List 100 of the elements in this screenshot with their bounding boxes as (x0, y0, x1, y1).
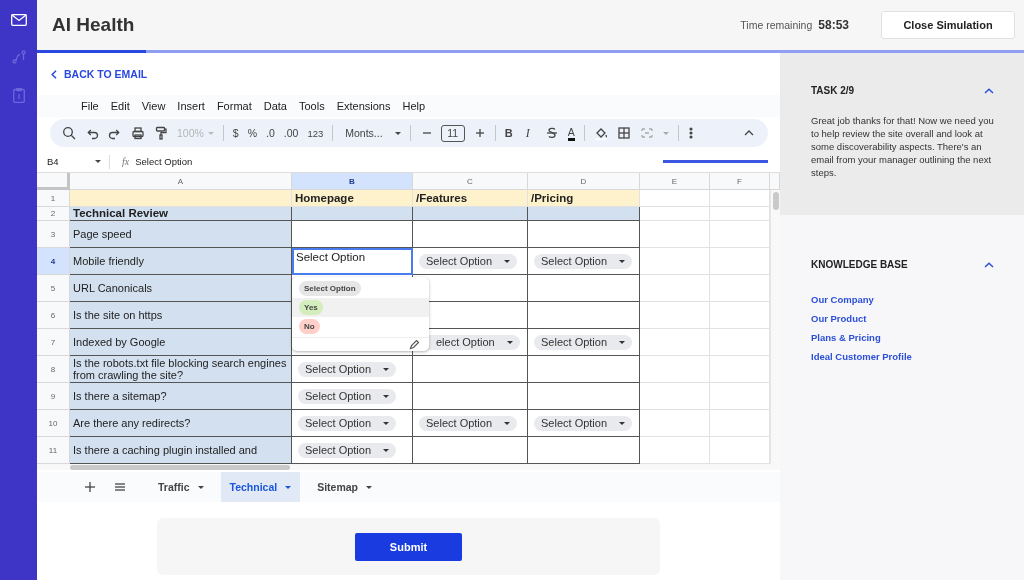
more-icon[interactable] (687, 126, 694, 140)
option-tag: Select Option (299, 281, 361, 296)
dropdown-chip[interactable]: Select Option (298, 415, 397, 431)
dropdown-chip[interactable]: Select Option (534, 253, 633, 269)
close-button[interactable]: Close Simulation (881, 11, 1015, 39)
column-header[interactable]: A (70, 173, 292, 190)
caret-icon (285, 485, 292, 489)
submit-button[interactable]: Submit (355, 532, 462, 561)
option-tag: Yes (299, 300, 323, 315)
number-format-button[interactable]: 123 (307, 127, 324, 139)
caret-icon (506, 340, 513, 344)
app-title: AI Health (52, 14, 136, 36)
dropdown-chip[interactable]: Select Option (419, 415, 518, 431)
menu-item[interactable]: Insert (177, 100, 205, 112)
table-cell: Mobile friendly (70, 248, 292, 275)
sheet-tab[interactable]: Sitemap (308, 472, 382, 502)
row-header[interactable]: 9 (37, 383, 70, 410)
increase-decimal-button[interactable]: .00 (283, 127, 299, 139)
row-header[interactable]: 6 (37, 302, 70, 329)
menu-option[interactable]: No (292, 317, 429, 336)
text-color-button[interactable]: A (567, 125, 575, 141)
back-link[interactable]: BACK TO EMAIL (51, 68, 148, 80)
mail-icon[interactable] (10, 14, 27, 26)
row-header[interactable]: 7 (37, 329, 70, 356)
dropdown-chip[interactable]: Select Option (298, 388, 397, 404)
row-header[interactable]: 3 (37, 221, 70, 248)
menu-item[interactable]: File (81, 100, 99, 112)
borders-icon[interactable] (616, 126, 631, 140)
menu-option[interactable]: Select Option (292, 279, 429, 298)
caret-icon (207, 131, 214, 135)
table-cell: Is there a caching plugin installed and (70, 437, 292, 464)
percent-button[interactable]: % (247, 127, 258, 139)
search-icon[interactable] (62, 126, 76, 140)
print-icon[interactable] (131, 126, 145, 140)
caret-icon (662, 131, 669, 135)
row-header[interactable]: 2 (37, 207, 70, 221)
row-header[interactable]: 4 (37, 248, 70, 275)
knowledge-link[interactable]: Plans & Pricing (811, 332, 881, 343)
column-header[interactable]: E (640, 173, 710, 190)
column-header[interactable]: F (710, 173, 770, 190)
menu-item[interactable]: View (141, 100, 166, 112)
caret-icon (95, 160, 101, 163)
caret-icon (619, 340, 626, 344)
scrollbar-thumb[interactable] (70, 464, 290, 470)
knowledge-link[interactable]: Our Company (811, 294, 874, 305)
caret-icon (504, 421, 511, 425)
sheet-tab[interactable]: Traffic (149, 472, 213, 502)
column-header[interactable]: D (528, 173, 640, 190)
row-header[interactable]: 10 (37, 410, 70, 437)
currency-button[interactable]: $ (232, 127, 239, 139)
scrollbar-thumb[interactable] (772, 192, 779, 210)
chevron-up-icon[interactable] (984, 261, 994, 268)
column-header[interactable]: C (413, 173, 528, 190)
time-value: 58:53 (818, 18, 849, 32)
menu-item[interactable]: Data (263, 100, 287, 112)
row-header[interactable]: 8 (37, 356, 70, 383)
font-size-field[interactable]: 11 (440, 124, 465, 142)
cell-reference[interactable]: B4 (37, 156, 95, 167)
bold-button[interactable]: B (504, 127, 517, 139)
caret-icon (394, 131, 401, 135)
plus-icon[interactable] (473, 126, 486, 140)
paint-roller-icon[interactable] (154, 126, 168, 140)
table-cell: Are there any redirects? (70, 410, 292, 437)
cell-editor[interactable]: Select Option (292, 248, 413, 275)
table-cell: Is the site on https (70, 302, 292, 329)
strikethrough-icon[interactable] (544, 126, 559, 140)
dropdown-chip[interactable]: Select Option (534, 334, 633, 350)
column-header[interactable]: B (292, 173, 413, 190)
row-header[interactable]: 5 (37, 275, 70, 302)
menu-icon[interactable] (113, 480, 127, 494)
menu-item[interactable]: Extensions (336, 100, 391, 112)
pencil-icon[interactable] (409, 339, 420, 350)
caret-icon (383, 448, 390, 452)
knowledge-link[interactable]: Ideal Customer Profile (811, 351, 912, 362)
row-header[interactable]: 11 (37, 437, 70, 464)
formula-field[interactable]: Select Option (135, 156, 193, 167)
menu-item[interactable]: Help (402, 100, 426, 112)
menu-item[interactable]: Format (216, 100, 252, 112)
menu-item[interactable]: Tools (298, 100, 325, 112)
italic-button[interactable]: I (525, 125, 536, 141)
table-cell: Indexed by Google (70, 329, 292, 356)
table-cell: URL Canonicals (70, 275, 292, 302)
fill-color-icon[interactable] (593, 126, 608, 140)
dropdown-chip[interactable]: Select Option (298, 361, 397, 377)
row-header[interactable]: 1 (37, 190, 70, 207)
chevron-up-icon[interactable] (984, 87, 994, 94)
plus-icon[interactable] (83, 480, 97, 494)
font-button[interactable]: Monts... (345, 127, 401, 139)
section-title: TASK 2/9 (811, 85, 855, 96)
table-cell: Homepage (292, 190, 413, 207)
sheet-tab[interactable]: Technical (220, 472, 301, 502)
task-description: Great job thanks for that! Now we need you to help review the site overall and look at some discoverability aspects. There's an email from your manager outlining the next steps. (811, 114, 994, 179)
dropdown-chip[interactable]: Select Option (534, 415, 633, 431)
dropdown-chip[interactable]: Select Option (419, 253, 518, 269)
caret-icon (383, 394, 390, 398)
menu-option[interactable]: Yes (292, 298, 429, 317)
dropdown-chip[interactable]: Select Option (298, 442, 397, 458)
menu-item[interactable]: Edit (110, 100, 130, 112)
decrease-decimal-button[interactable]: .0 (266, 127, 275, 139)
knowledge-link[interactable]: Our Product (811, 313, 867, 324)
